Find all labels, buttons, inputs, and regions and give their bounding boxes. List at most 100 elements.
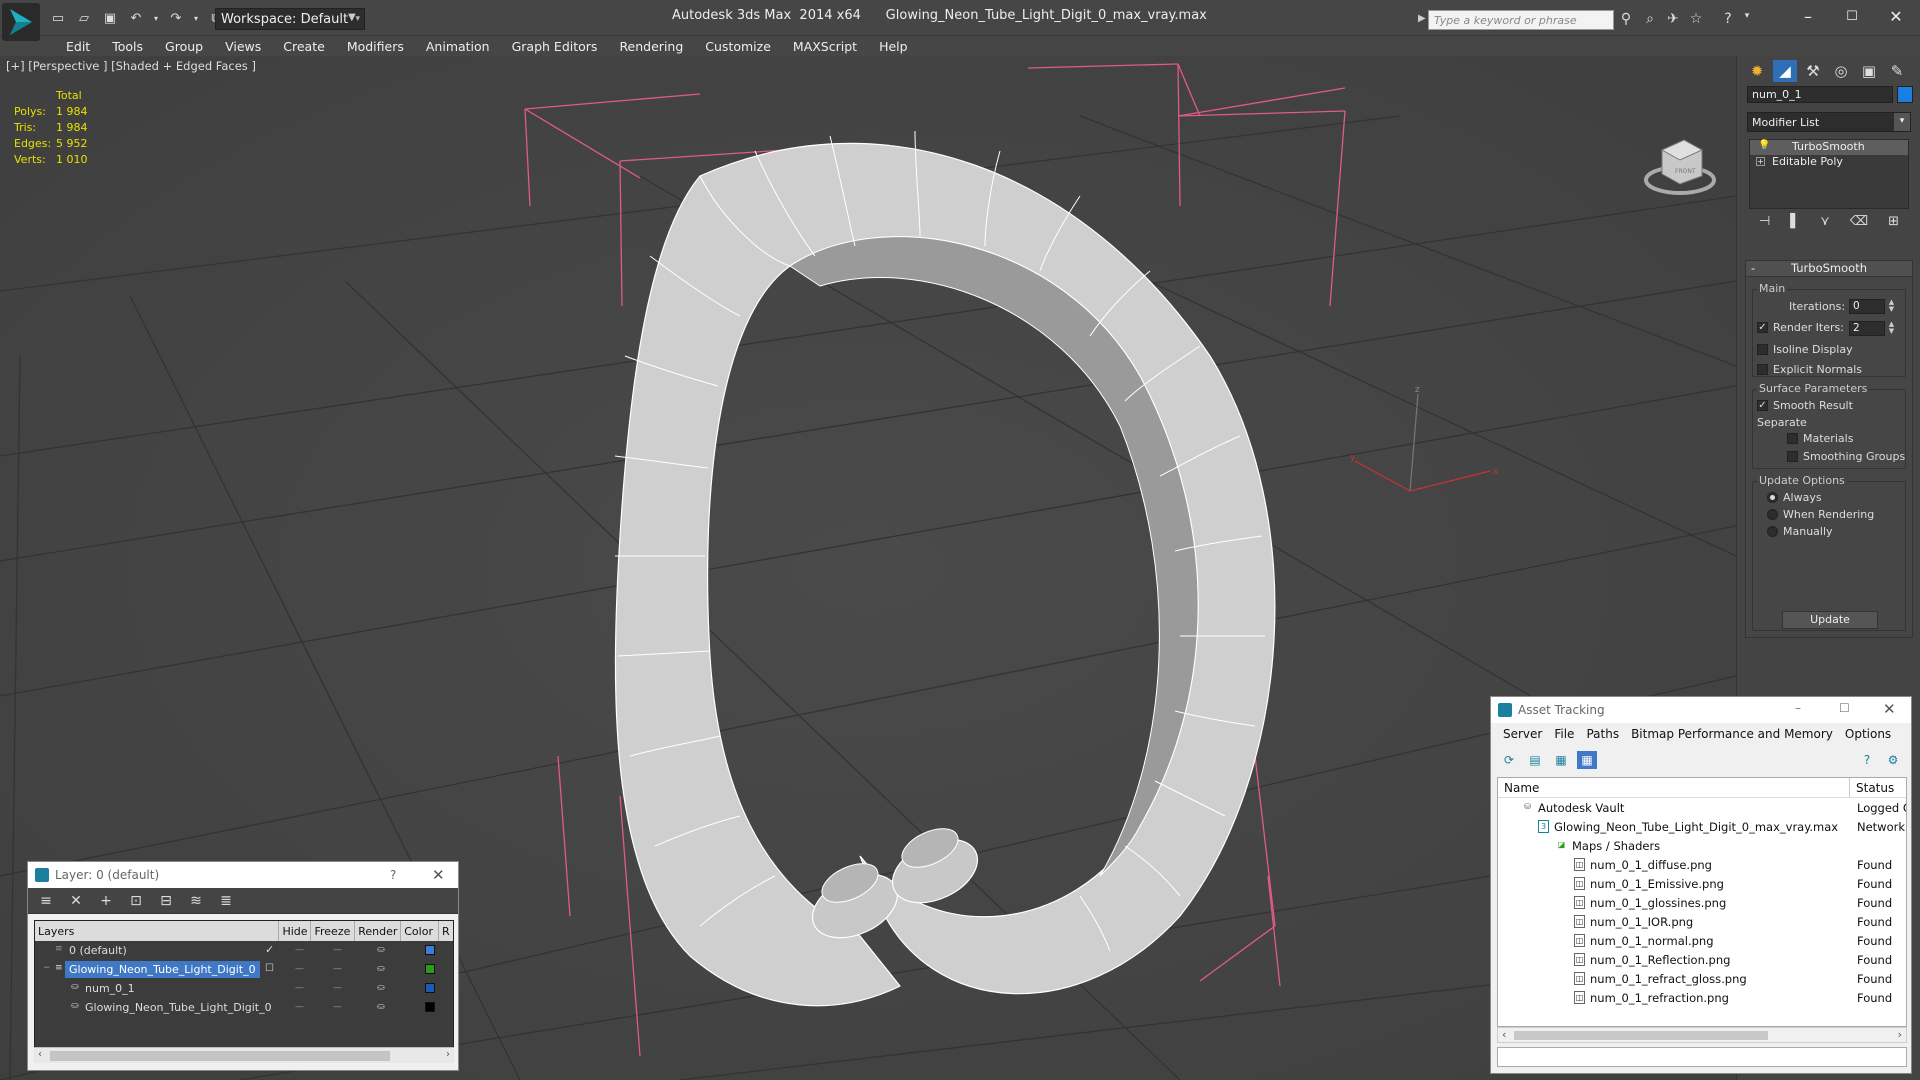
thumbnail-view-icon[interactable]: ▦	[1551, 751, 1571, 769]
iterations-spinner[interactable]: 0	[1849, 299, 1885, 314]
asset-row[interactable]: ◪ Maps / Shaders	[1498, 836, 1906, 855]
freeze-toggle[interactable]: —	[333, 945, 342, 955]
column-color[interactable]: Color	[401, 921, 440, 941]
layer-row[interactable]: − ≡ Glowing_Neon_Tube_Light_Digit_0 ☐ — …	[35, 960, 453, 979]
add-to-layer-icon[interactable]: +	[96, 892, 116, 910]
undo-icon[interactable]: ↶	[126, 9, 146, 27]
new-layer-icon[interactable]: ≡	[36, 892, 56, 910]
refresh-icon[interactable]: ⟳	[1499, 751, 1519, 769]
menu-create[interactable]: Create	[272, 36, 336, 56]
asset-row[interactable]: ◫ num_0_1_refract_gloss.png Found	[1498, 969, 1906, 988]
asset-row[interactable]: ⛁ Autodesk Vault Logged O	[1498, 798, 1906, 817]
asset-minimize-button[interactable]: –	[1795, 701, 1801, 715]
hide-toggle[interactable]: —	[295, 945, 304, 955]
layer-horizontal-scrollbar[interactable]: ‹ ›	[34, 1047, 454, 1063]
materials-checkbox[interactable]	[1787, 433, 1798, 444]
new-file-icon[interactable]: ▭	[48, 9, 68, 27]
maximize-button[interactable]: ☐	[1832, 4, 1872, 30]
table-view-icon[interactable]: ▦	[1577, 751, 1597, 769]
explicit-normals-checkbox[interactable]	[1757, 364, 1768, 375]
motion-tab-icon[interactable]: ◎	[1829, 60, 1853, 82]
freeze-toggle[interactable]: —	[333, 1002, 342, 1012]
asset-horizontal-scrollbar[interactable]: ‹ ›	[1497, 1027, 1907, 1043]
menu-graph-editors[interactable]: Graph Editors	[501, 36, 609, 56]
select-in-layer-icon[interactable]: ⊡	[126, 892, 146, 910]
active-layer-checkmark-icon[interactable]: ✓	[265, 943, 274, 956]
scrollbar-thumb[interactable]	[50, 1051, 390, 1061]
help-icon[interactable]: ?	[1718, 11, 1738, 29]
hierarchy-tab-icon[interactable]: ⚒	[1801, 60, 1825, 82]
hide-toggle[interactable]: —	[295, 983, 304, 993]
asset-row[interactable]: ◫ num_0_1_IOR.png Found	[1498, 912, 1906, 931]
smooth-result-checkbox[interactable]: ✓	[1757, 400, 1768, 411]
layer-color-swatch[interactable]	[425, 945, 435, 955]
render-teapot-icon[interactable]: ⛀	[377, 964, 385, 974]
menu-group[interactable]: Group	[154, 36, 214, 56]
modify-tab-icon[interactable]: ◢	[1773, 60, 1797, 82]
render-teapot-icon[interactable]: ⛀	[377, 945, 385, 955]
menu-maxscript[interactable]: MAXScript	[782, 36, 868, 56]
asset-row[interactable]: ◫ num_0_1_diffuse.png Found	[1498, 855, 1906, 874]
turbosmooth-rollout-header[interactable]: - TurboSmooth	[1746, 261, 1912, 277]
menu-edit[interactable]: Edit	[55, 36, 101, 56]
asset-close-button[interactable]: ✕	[1883, 700, 1896, 718]
asset-row[interactable]: 3 Glowing_Neon_Tube_Light_Digit_0_max_vr…	[1498, 817, 1906, 836]
object-color-swatch[interactable]	[1897, 86, 1913, 103]
modifier-list-dropdown[interactable]: Modifier List ▾	[1747, 112, 1911, 132]
lightbulb-icon[interactable]: 💡	[1758, 140, 1770, 151]
scroll-left-icon[interactable]: ‹	[38, 1049, 42, 1060]
asset-row[interactable]: ◫ num_0_1_Reflection.png Found	[1498, 950, 1906, 969]
column-render[interactable]: Render	[355, 921, 402, 941]
server-settings-icon[interactable]: ⚙	[1883, 751, 1903, 769]
undo-dropdown-icon[interactable]: ▾	[152, 9, 160, 27]
stack-item-editable-poly[interactable]: + Editable Poly	[1750, 155, 1908, 170]
hide-all-layers-icon[interactable]: ≋	[186, 892, 206, 910]
menu-rendering[interactable]: Rendering	[608, 36, 694, 56]
asset-row[interactable]: ◫ num_0_1_normal.png Found	[1498, 931, 1906, 950]
update-button[interactable]: Update	[1782, 611, 1878, 629]
display-tab-icon[interactable]: ▣	[1857, 60, 1881, 82]
render-teapot-icon[interactable]: ⛀	[377, 983, 385, 993]
column-radiosity[interactable]: R	[439, 921, 453, 941]
hide-toggle[interactable]: —	[295, 964, 304, 974]
close-button[interactable]: ✕	[1876, 4, 1916, 30]
smoothing-groups-checkbox[interactable]	[1787, 451, 1798, 462]
open-file-icon[interactable]: ▱	[74, 9, 94, 27]
asset-row[interactable]: ◫ num_0_1_refraction.png Found	[1498, 988, 1906, 1007]
manually-radio[interactable]	[1767, 526, 1778, 537]
layer-row[interactable]: ≡ 0 (default) ✓ — — ⛀	[35, 941, 453, 960]
spinner-arrows-icon[interactable]: ▲ ▼	[1887, 299, 1896, 314]
asset-maximize-button[interactable]: ☐	[1839, 701, 1850, 715]
menu-tools[interactable]: Tools	[101, 36, 154, 56]
redo-icon[interactable]: ↷	[166, 9, 186, 27]
search-expand-icon[interactable]: ▶	[1418, 13, 1426, 24]
layer-window-titlebar[interactable]: Layer: 0 (default) ? ✕	[28, 862, 458, 888]
asset-menu-file[interactable]: File	[1548, 724, 1580, 744]
asset-menu-bitmap-performance[interactable]: Bitmap Performance and Memory	[1625, 724, 1839, 744]
search-icon[interactable]: ⌕	[1640, 11, 1660, 29]
layer-color-swatch[interactable]	[425, 1002, 435, 1012]
app-logo-button[interactable]	[2, 3, 40, 41]
object-name-field[interactable]: num_0_1	[1747, 86, 1893, 103]
redo-dropdown-icon[interactable]: ▾	[192, 9, 200, 27]
stack-item-turbosmooth[interactable]: 💡 TurboSmooth	[1750, 140, 1908, 155]
make-unique-icon[interactable]: ⋎	[1820, 214, 1830, 234]
pin-stack-icon[interactable]: ⊣	[1759, 214, 1770, 234]
expand-plus-icon[interactable]: +	[1756, 157, 1765, 166]
menu-views[interactable]: Views	[214, 36, 272, 56]
qat-customize-icon[interactable]: ▼	[348, 8, 362, 30]
menu-animation[interactable]: Animation	[415, 36, 501, 56]
hide-toggle[interactable]: —	[295, 1002, 304, 1012]
scroll-left-icon[interactable]: ‹	[1502, 1028, 1506, 1041]
communication-center-icon[interactable]: ✈	[1663, 11, 1683, 29]
column-status[interactable]: Status	[1850, 778, 1900, 797]
asset-window-titlebar[interactable]: Asset Tracking – ☐ ✕	[1491, 697, 1911, 723]
layer-row[interactable]: ⛀ Glowing_Neon_Tube_Light_Digit_0 — — ⛀	[35, 998, 453, 1017]
asset-row[interactable]: ◫ num_0_1_glossines.png Found	[1498, 893, 1906, 912]
asset-menu-server[interactable]: Server	[1497, 724, 1548, 744]
isoline-display-checkbox[interactable]	[1757, 344, 1768, 355]
asset-row[interactable]: ◫ num_0_1_Emissive.png Found	[1498, 874, 1906, 893]
delete-layer-icon[interactable]: ✕	[66, 892, 86, 910]
create-tab-icon[interactable]: ✹	[1745, 60, 1769, 82]
render-teapot-icon[interactable]: ⛀	[377, 1002, 385, 1012]
